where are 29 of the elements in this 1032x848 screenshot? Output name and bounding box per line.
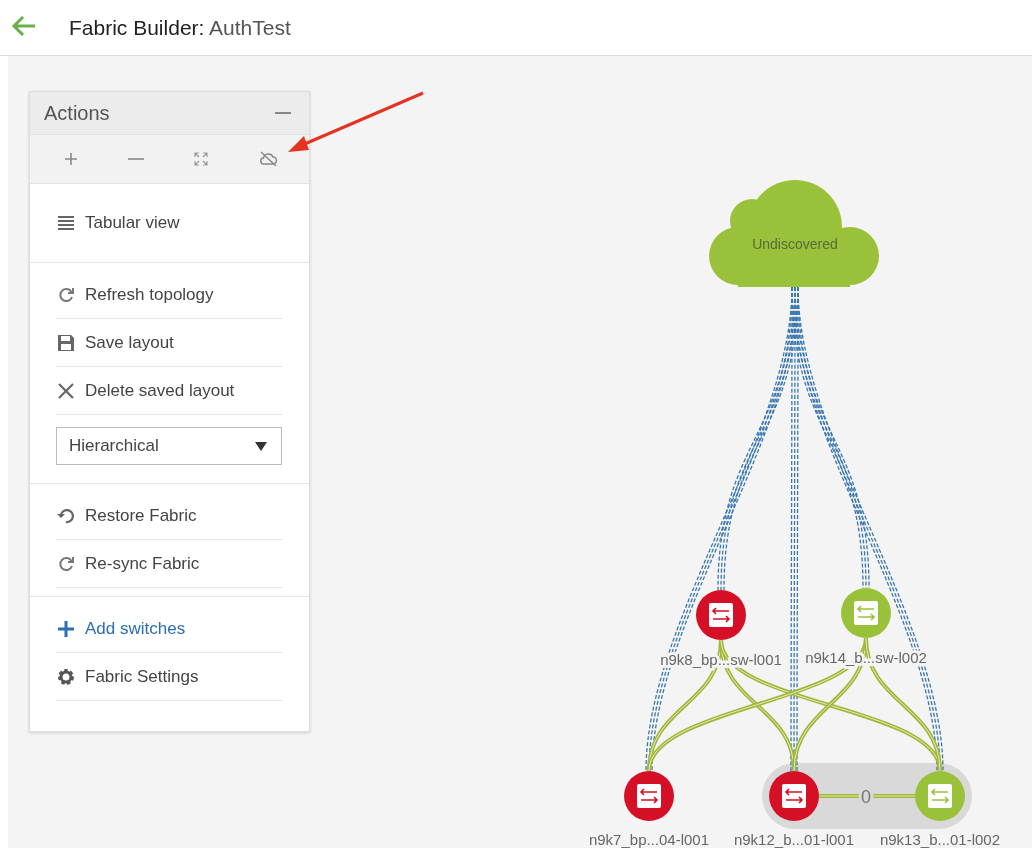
menu-item[interactable]: Fabric Settings	[56, 653, 282, 701]
menu-item[interactable]: Restore Fabric	[56, 492, 282, 540]
plus-icon	[56, 618, 76, 639]
node-label: n9k12_b...01-l001	[733, 831, 855, 848]
minus-icon	[128, 158, 145, 160]
switch-icon	[709, 603, 733, 627]
page-title: Fabric Builder: AuthTest	[69, 15, 291, 40]
switch-icon	[854, 601, 878, 625]
switch-icon	[928, 784, 952, 808]
gear-icon	[56, 666, 76, 687]
switch-icon	[782, 784, 806, 808]
menu-item[interactable]: Tabular view	[56, 192, 282, 254]
back-arrow-icon[interactable]	[11, 14, 37, 37]
menu-item[interactable]: Refresh topology	[56, 271, 282, 319]
cloud-off-icon	[257, 149, 278, 169]
node-label: n9k7_bp...04-l001	[588, 831, 710, 848]
switch-icon	[637, 784, 661, 808]
menu-item[interactable]: Re-sync Fabric	[56, 540, 282, 588]
list-icon	[56, 213, 76, 233]
save-icon	[56, 332, 76, 353]
cloud-label: Undiscovered	[752, 236, 838, 252]
node-label: n9k13_b...01-l002	[879, 831, 1001, 848]
minus-icon	[275, 112, 291, 114]
panel-title: Actions	[44, 101, 110, 125]
menu-item[interactable]: Save layout	[56, 319, 282, 367]
menu-item[interactable]: Delete saved layout	[56, 367, 282, 415]
add-switches-link[interactable]: Add switches	[56, 605, 282, 653]
layout-dropdown[interactable]: Hierarchical	[56, 427, 282, 465]
close-icon	[56, 380, 76, 401]
